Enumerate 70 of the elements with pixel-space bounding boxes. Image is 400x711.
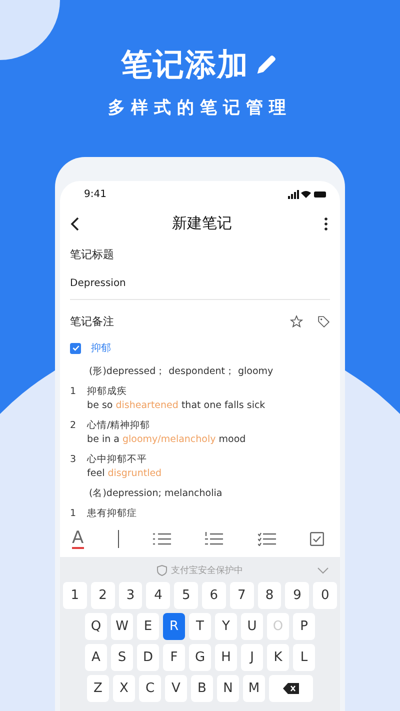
checklist-icon[interactable] — [258, 532, 276, 546]
keyboard-key[interactable]: 0 — [313, 582, 337, 609]
keyboard-key[interactable]: 8 — [258, 582, 282, 609]
keyboard-key[interactable]: X — [113, 675, 135, 702]
keyboard-key[interactable]: M — [243, 675, 265, 702]
sense-number: 1 — [70, 507, 76, 521]
example-sentence: feel disgruntled — [87, 467, 162, 481]
field-label: 笔记备注 — [70, 314, 115, 329]
keyboard-key[interactable]: N — [217, 675, 239, 702]
keyboard-key[interactable]: J — [241, 644, 263, 671]
keyboard-key[interactable]: D — [137, 644, 159, 671]
keyboard-key[interactable]: T — [189, 613, 211, 640]
sense-number: 2 — [70, 419, 76, 433]
font-color-button[interactable]: A — [72, 529, 84, 549]
sense-number: 3 — [70, 453, 76, 467]
example-sentence: be in a gloomy/melancholy mood — [87, 433, 246, 447]
keyboard-key[interactable]: C — [139, 675, 161, 702]
keyboard-key[interactable]: Z — [87, 675, 109, 702]
status-icons — [288, 190, 326, 199]
checkbox[interactable] — [70, 342, 81, 354]
keyboard-key[interactable]: 2 — [90, 582, 115, 609]
keyboard-key[interactable]: F — [163, 644, 185, 671]
screen-title: 新建笔记 — [172, 214, 232, 233]
checkbox-icon[interactable] — [310, 532, 324, 546]
keyboard-key[interactable]: 9 — [285, 582, 310, 609]
keyboard-key[interactable]: L — [293, 644, 315, 671]
backspace-key[interactable] — [269, 675, 313, 702]
keyboard-key[interactable]: W — [111, 613, 133, 640]
keyboard-key[interactable]: 1 — [63, 582, 87, 609]
part-of-speech-line: (形)depressed； despondent； gloomy — [88, 365, 274, 379]
keyboard-key[interactable]: R — [163, 613, 185, 640]
status-time: 9:41 — [84, 189, 106, 200]
backspace-icon — [283, 683, 299, 694]
keyboard-key[interactable]: Y — [215, 613, 237, 640]
keyboard-key[interactable]: 7 — [230, 582, 254, 609]
keyboard-key[interactable]: E — [137, 613, 159, 640]
keyboard-key[interactable]: Q — [85, 613, 107, 640]
keyboard-key[interactable]: 4 — [146, 582, 170, 609]
chinese-meaning: 心中抑郁不平 — [87, 453, 148, 467]
keyboard-key[interactable]: V — [165, 675, 187, 702]
keyboard-key[interactable]: B — [191, 675, 213, 702]
keyboard-key[interactable]: G — [189, 644, 211, 671]
keyboard-hint: 支付宝安全保护中 — [171, 564, 243, 577]
keyboard-key[interactable]: H — [215, 644, 237, 671]
example-sentence: be so disheartened that one falls sick — [87, 399, 266, 413]
numbered-list-icon[interactable] — [205, 532, 224, 546]
banner-title: 笔记添加 — [121, 46, 249, 85]
bullet-list-icon[interactable] — [153, 532, 172, 546]
chinese-meaning: 心情/精神抑郁 — [87, 419, 152, 433]
keyboard-key[interactable]: 5 — [174, 582, 198, 609]
chinese-meaning: 抑郁成疾 — [87, 385, 128, 399]
chinese-meaning: 患有抑郁症 — [87, 507, 138, 521]
back-icon[interactable] — [70, 216, 80, 230]
field-label: 笔记标题 — [70, 247, 115, 262]
keyboard-key[interactable]: K — [267, 644, 289, 671]
keyboard-key[interactable]: 3 — [118, 582, 142, 609]
sense-number: 1 — [70, 385, 76, 399]
keyboard-key[interactable]: 6 — [202, 582, 226, 609]
tag-icon[interactable] — [317, 315, 330, 328]
banner-subtitle: 多样式的笔记管理 — [108, 97, 292, 119]
star-icon[interactable] — [290, 315, 303, 328]
part-of-speech-line: (名)depression; melancholia — [88, 487, 224, 501]
word-text: 抑郁 — [91, 342, 111, 355]
keyboard-key[interactable]: A — [85, 644, 107, 671]
keyboard-key[interactable]: P — [293, 613, 315, 640]
shield-icon — [157, 565, 167, 576]
keyboard-key[interactable]: U — [241, 613, 263, 640]
keyboard-key[interactable]: S — [111, 644, 133, 671]
more-icon[interactable] — [324, 216, 328, 230]
title-input[interactable]: Depression — [70, 278, 330, 299]
